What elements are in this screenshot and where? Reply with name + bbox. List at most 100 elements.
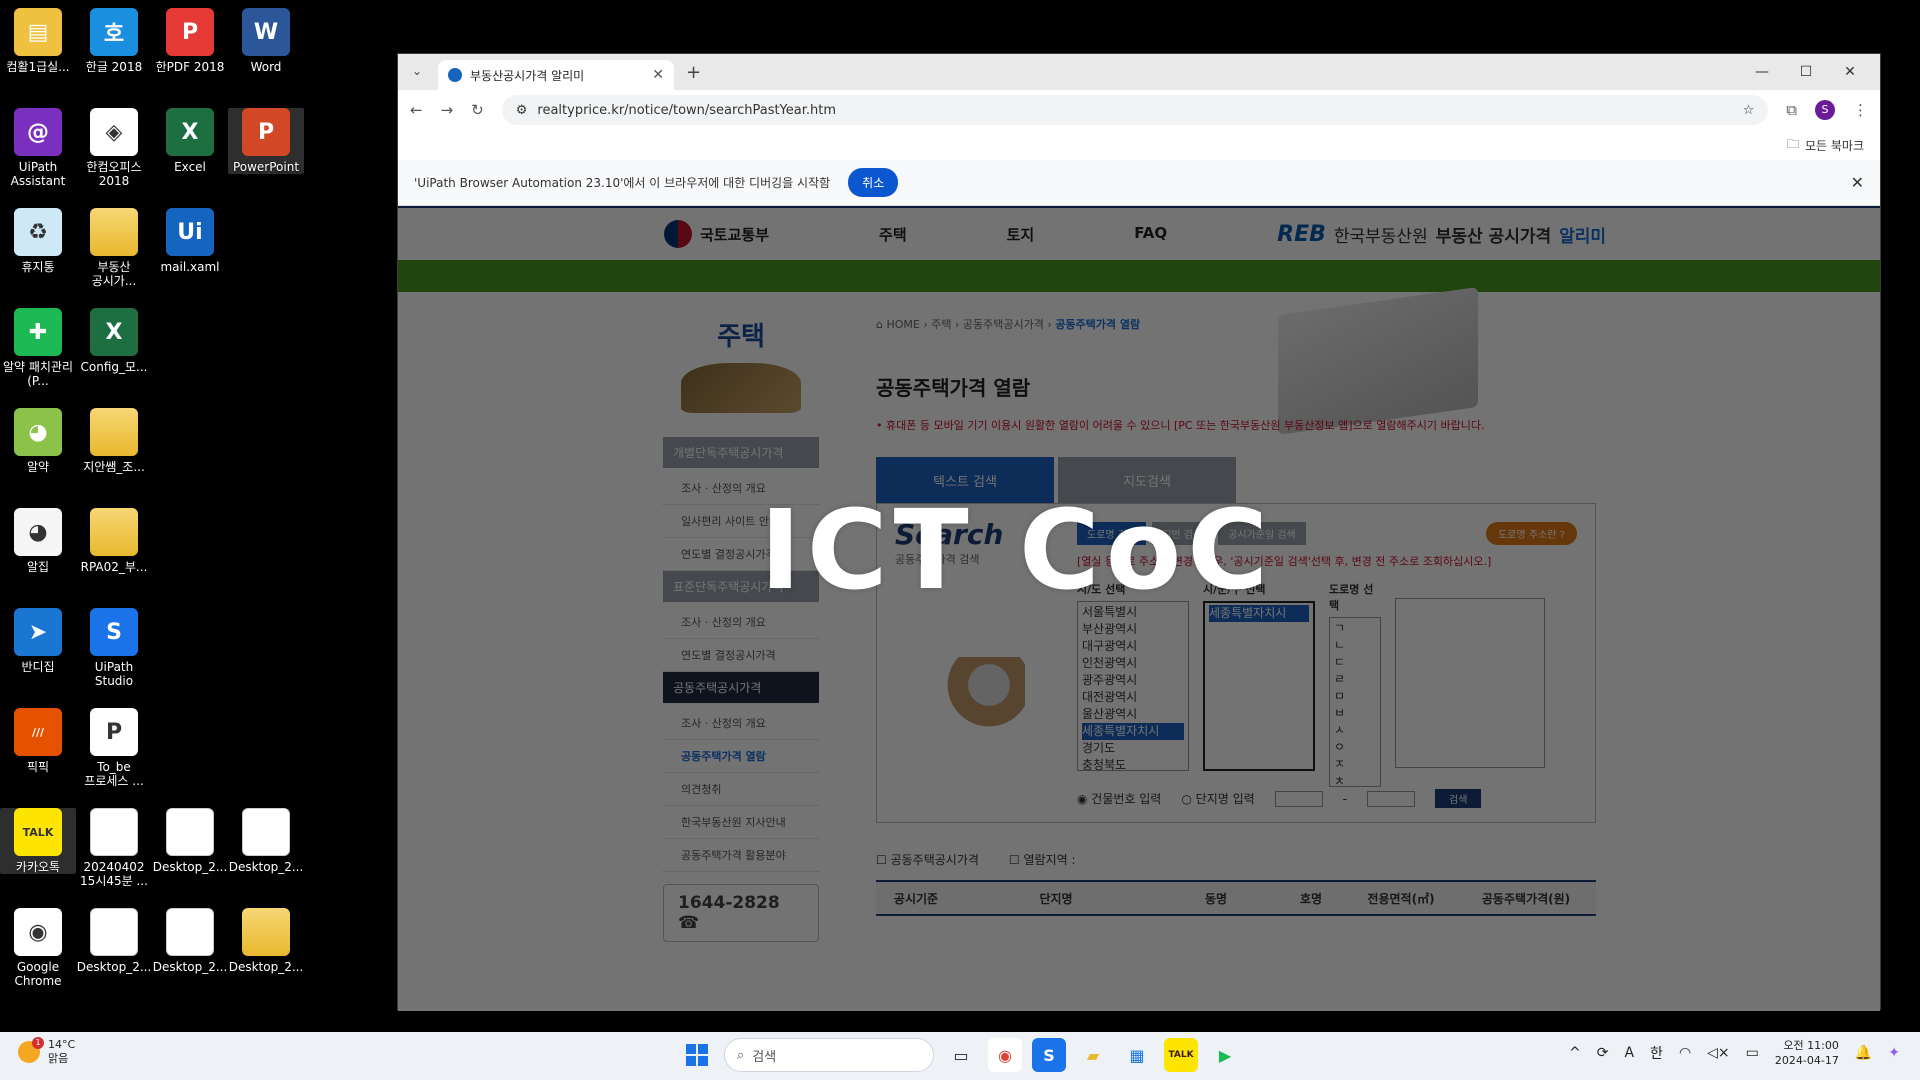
sigungu-listbox[interactable]: 세종특별자치시 [1203, 601, 1315, 771]
crumb-home[interactable]: HOME [886, 318, 919, 331]
menu-icon[interactable]: ⋮ [1853, 101, 1868, 119]
desktop-icon[interactable]: Desktop_2... [76, 908, 152, 974]
list-option[interactable]: ㅂ [1334, 705, 1376, 722]
desktop-icon[interactable]: X Excel [152, 108, 228, 174]
infobar-close-icon[interactable]: ✕ [1851, 173, 1864, 192]
browser-tab[interactable]: 부동산공시가격 알리미 ✕ [438, 60, 674, 90]
tab-search-icon[interactable]: ⌄ [412, 64, 422, 78]
radio-complex-name[interactable]: ○ 단지명 입력 [1181, 790, 1254, 807]
desktop-icon[interactable]: P 한PDF 2018 [152, 8, 228, 74]
desktop-icon[interactable]: ◕ 알약 [0, 408, 76, 474]
desktop-icon[interactable]: RPA02_부... [76, 508, 152, 574]
desktop-icon[interactable]: ◕ 알집 [0, 508, 76, 574]
sido-listbox[interactable]: 서울특별시 부산광역시 대구광역시 인천광역시 광주광역시 대전광역시 울산광역시 세종특별자… [1077, 601, 1189, 771]
profile-avatar[interactable]: S [1815, 100, 1835, 120]
font-a-icon[interactable]: A [1624, 1045, 1634, 1061]
lnb-item[interactable]: 연도별 결정공시가격 [663, 639, 819, 672]
list-option[interactable]: ㅇ [1334, 739, 1376, 756]
desktop-icon[interactable]: ▤ 컴활1급실... [0, 8, 76, 74]
chrome-taskbar-icon[interactable]: ◉ [988, 1038, 1022, 1072]
desktop-icon[interactable]: @ UiPath Assistant [0, 108, 76, 188]
reload-icon[interactable]: ↻ [471, 101, 484, 119]
list-option[interactable]: ㅈ [1334, 756, 1376, 773]
desktop-icon[interactable]: W Word [228, 8, 304, 74]
maximize-button[interactable]: ☐ [1784, 64, 1828, 80]
volume-icon[interactable]: ◁× [1707, 1045, 1730, 1061]
all-bookmarks-button[interactable]: 모든 북마크 [1805, 137, 1864, 154]
list-option[interactable]: 대구광역시 [1082, 638, 1184, 655]
road-initial-listbox[interactable]: ㄱㄴㄷㄹㅁㅂㅅㅇㅈㅊ [1329, 617, 1381, 787]
desktop-icon[interactable]: Desktop_2... [228, 808, 304, 874]
list-option[interactable]: ㄷ [1334, 654, 1376, 671]
list-option[interactable]: ㅊ [1334, 773, 1376, 786]
list-option[interactable]: 세종특별자치시 [1082, 723, 1184, 740]
lnb-item[interactable]: 공동주택가격 활용분야 [663, 839, 819, 872]
media-player-icon[interactable]: ▶ [1208, 1038, 1242, 1072]
lnb-item[interactable]: 공동주택가격 열람 [663, 740, 819, 773]
desktop-icon[interactable]: Desktop_2... [152, 808, 228, 874]
nav-land[interactable]: 토지 [1007, 224, 1035, 245]
desktop-icon[interactable]: S UiPath Studio [76, 608, 152, 688]
site-info-icon[interactable]: ⚙ [516, 103, 528, 118]
copilot-icon[interactable]: ✦ [1888, 1045, 1900, 1061]
lnb-item[interactable]: 조사 · 산정의 개요 [663, 707, 819, 740]
desktop-icon[interactable]: ♻ 휴지통 [0, 208, 76, 274]
crumb-house[interactable]: 주택 [931, 318, 951, 331]
desktop-icon[interactable]: ◈ 한컴오피스 2018 [76, 108, 152, 188]
list-option[interactable]: ㄹ [1334, 671, 1376, 688]
task-view-icon[interactable]: ▭ [944, 1038, 978, 1072]
molit-logo[interactable]: 국토교통부 [664, 220, 769, 248]
desktop-icon[interactable]: 부동산 공시가... [76, 208, 152, 288]
desktop-icon[interactable]: ✚ 알약 패치관리(P... [0, 308, 76, 388]
new-tab-button[interactable]: + [686, 62, 701, 83]
minimize-button[interactable]: — [1740, 64, 1784, 80]
extensions-icon[interactable]: ⧉ [1786, 101, 1797, 119]
desktop-icon[interactable]: /// 픽픽 [0, 708, 76, 774]
desktop-icon[interactable]: Desktop_2... [228, 908, 304, 974]
nav-house[interactable]: 주택 [879, 224, 907, 245]
forward-icon[interactable]: → [441, 101, 454, 119]
list-option[interactable]: ㄱ [1334, 620, 1376, 637]
battery-icon[interactable]: ▭ [1746, 1045, 1759, 1061]
store-icon[interactable]: ▦ [1120, 1038, 1154, 1072]
list-option[interactable]: 대전광역시 [1082, 689, 1184, 706]
wifi-icon[interactable]: ◠ [1679, 1045, 1691, 1061]
tray-overflow-icon[interactable]: ^ [1569, 1045, 1581, 1061]
list-option[interactable]: 인천광역시 [1082, 655, 1184, 672]
uipath-studio-taskbar-icon[interactable]: S [1032, 1038, 1066, 1072]
list-option[interactable]: ㅅ [1334, 722, 1376, 739]
tab-close-icon[interactable]: ✕ [652, 67, 664, 83]
list-option[interactable]: 광주광역시 [1082, 672, 1184, 689]
start-button[interactable] [680, 1038, 714, 1072]
clock[interactable]: 오전 11:00 2024-04-17 [1775, 1038, 1839, 1068]
road-name-listbox[interactable] [1395, 598, 1545, 768]
list-option[interactable]: 충청북도 [1082, 757, 1184, 770]
notification-bell-icon[interactable]: 🔔 [1855, 1045, 1872, 1061]
desktop-icon[interactable]: Desktop_2... [152, 908, 228, 974]
crumb-apt-price[interactable]: 공동주택공시가격 [963, 318, 1044, 331]
list-option[interactable]: 울산광역시 [1082, 706, 1184, 723]
address-bar[interactable]: ⚙ realtyprice.kr/notice/town/searchPastY… [501, 95, 1769, 125]
desktop-icon[interactable]: X Config_모... [76, 308, 152, 374]
search-button[interactable]: 검색 [1435, 789, 1482, 808]
infobar-cancel-button[interactable]: 취소 [848, 168, 899, 197]
lnb-item[interactable]: 한국부동산원 지사안내 [663, 806, 819, 839]
desktop-icon[interactable]: ➤ 반디집 [0, 608, 76, 674]
lnb-item[interactable]: 의견청취 [663, 773, 819, 806]
desktop-icon[interactable]: TALK 카카오톡 [0, 808, 76, 874]
building-main-input[interactable] [1274, 790, 1323, 807]
ime-indicator[interactable]: 한 [1650, 1043, 1663, 1063]
desktop-icon[interactable]: 지안쌤_조... [76, 408, 152, 474]
list-option[interactable]: ㅁ [1334, 688, 1376, 705]
desktop-icon[interactable]: Ui mail.xaml [152, 208, 228, 274]
weather-widget[interactable]: 1 14°C 맑음 [18, 1037, 75, 1066]
reb-logo[interactable]: REB 한국부동산원 부동산 공시가격 알리미 [1277, 222, 1606, 247]
list-option[interactable]: ㄴ [1334, 637, 1376, 654]
close-window-button[interactable]: ✕ [1828, 64, 1872, 80]
taskbar-search[interactable]: ⌕ 검색 [724, 1038, 934, 1072]
nav-faq[interactable]: FAQ [1134, 224, 1167, 245]
lnb-section[interactable]: 공동주택공시가격 [663, 672, 819, 703]
radio-building-number[interactable]: ◉ 건물번호 입력 [1077, 790, 1161, 807]
desktop-icon[interactable]: P PowerPoint [228, 108, 304, 174]
file-explorer-icon[interactable]: ▰ [1076, 1038, 1110, 1072]
